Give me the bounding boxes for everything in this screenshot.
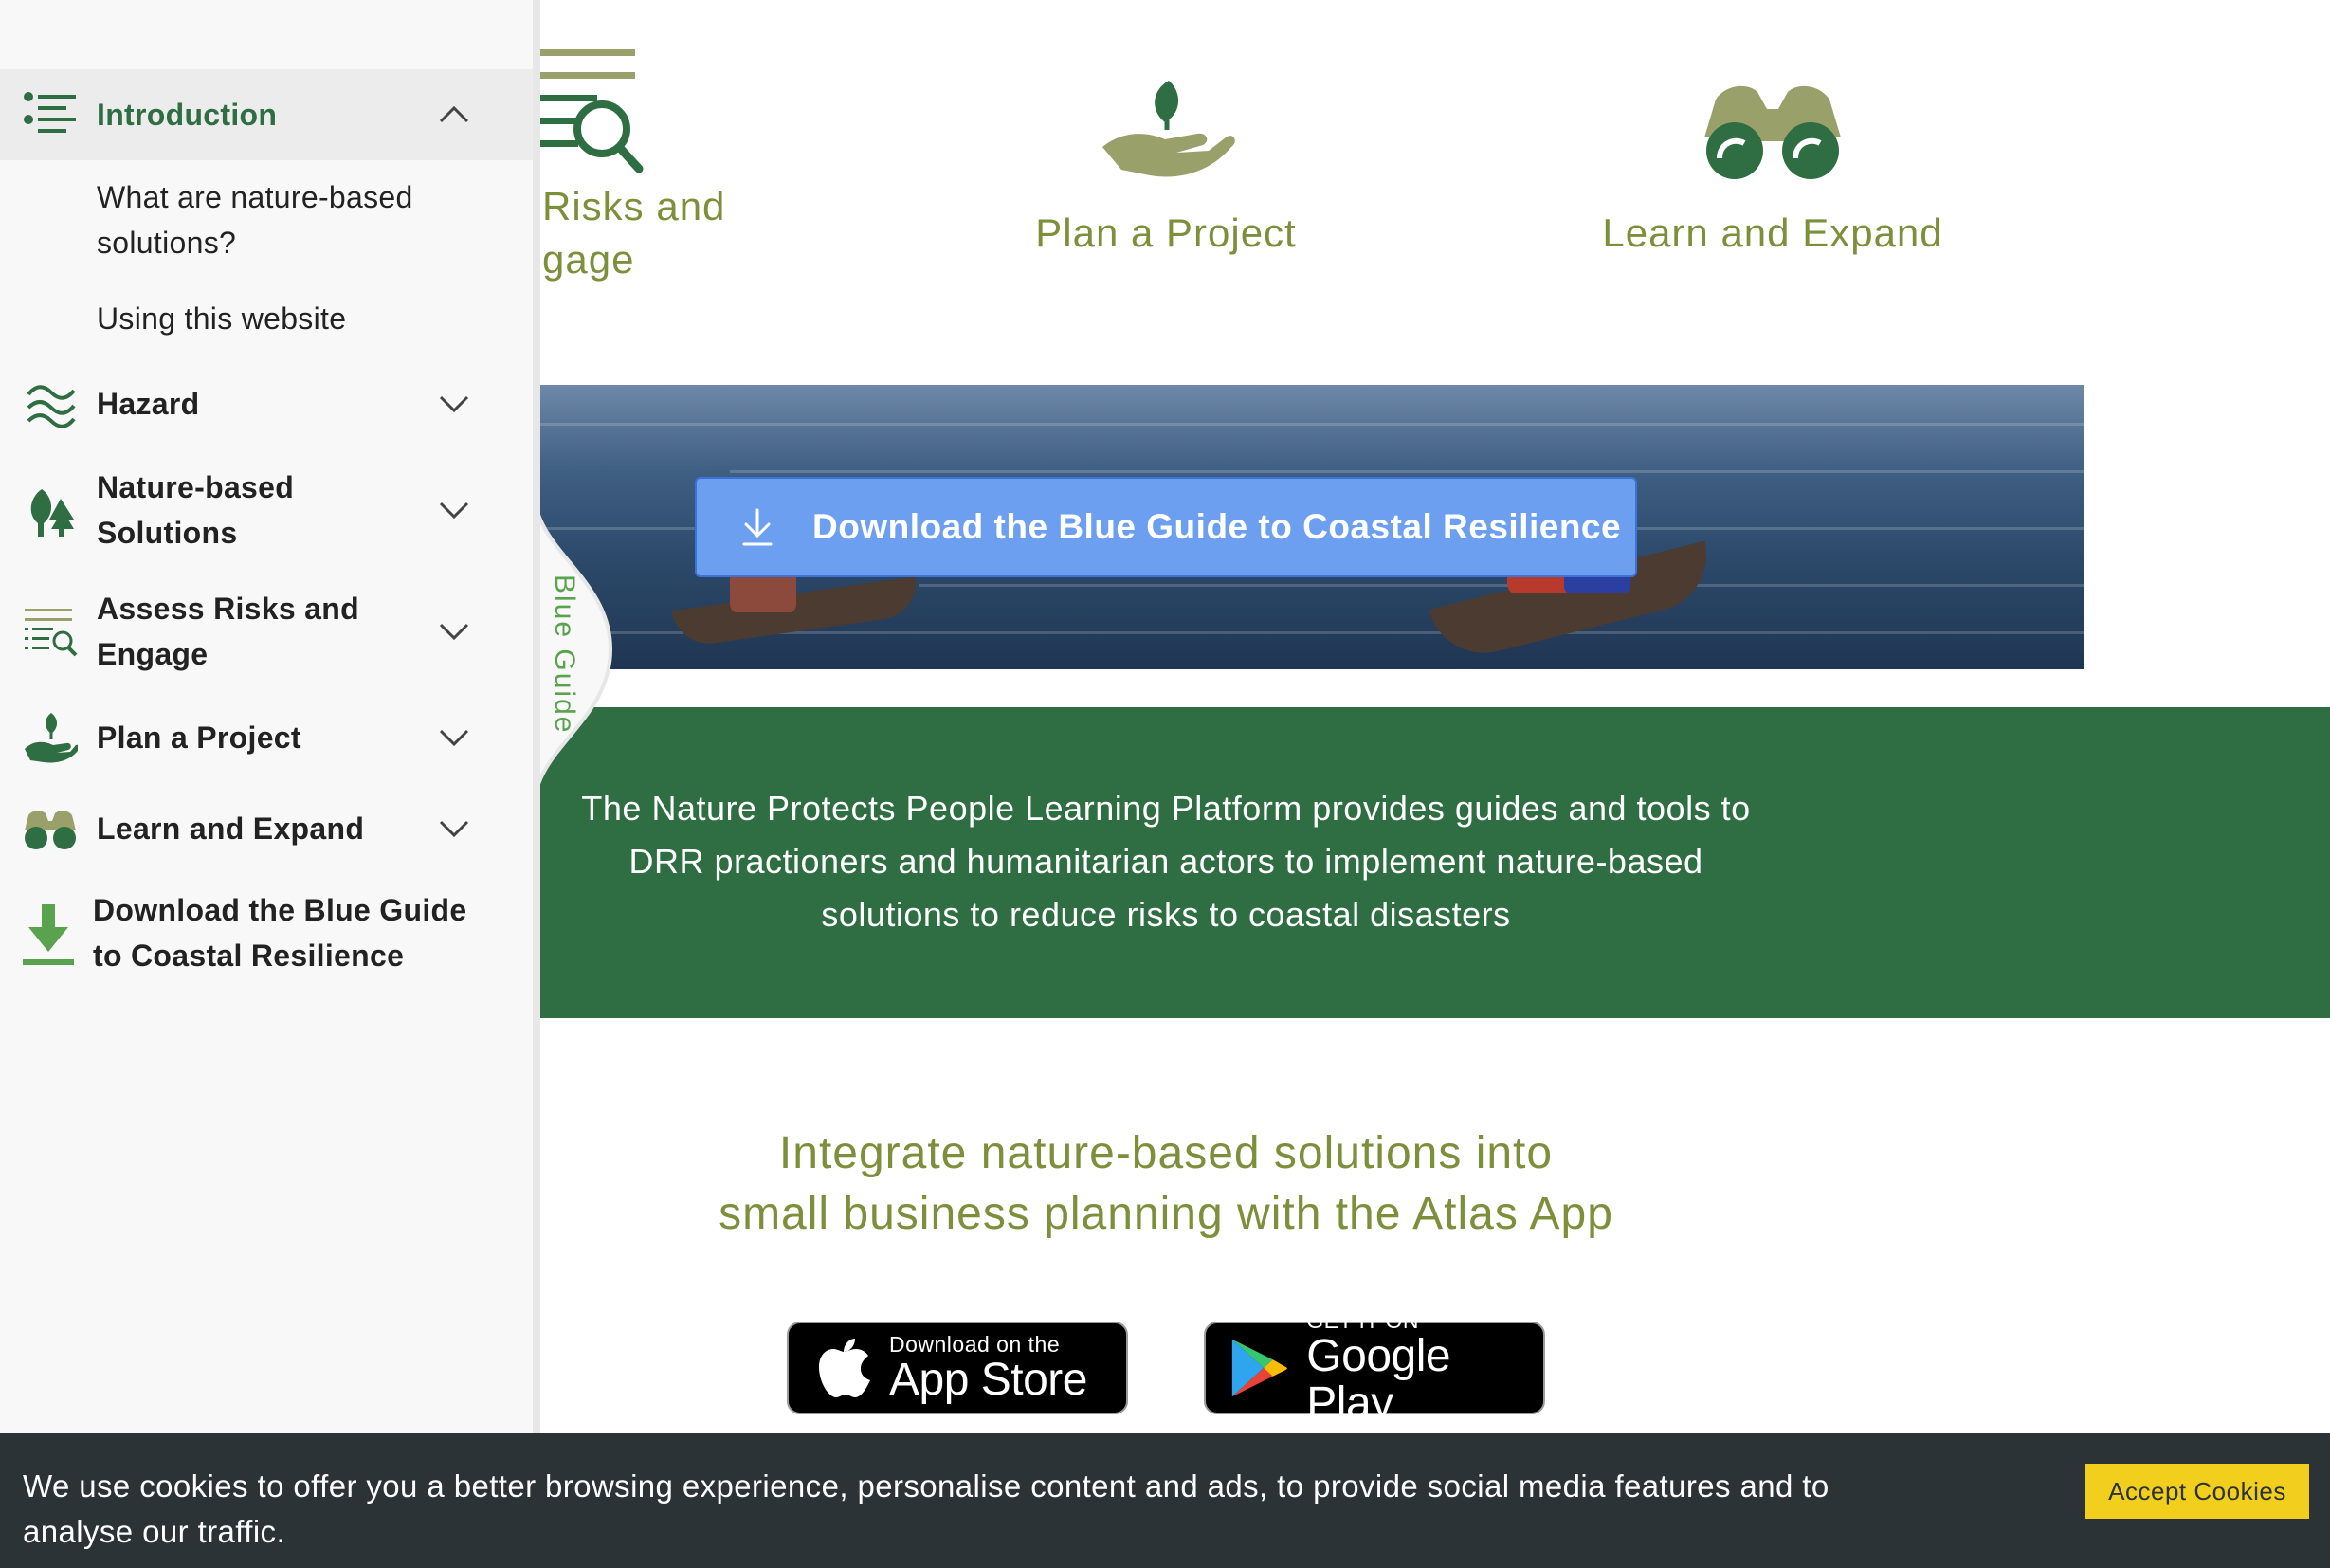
download-blue-guide-label: Download the Blue Guide to Coastal Resil… (812, 507, 1622, 546)
sidebar-item-learn-expand[interactable]: Learn and Expand (0, 800, 533, 857)
sidebar-item-label: Plan a Project (97, 720, 301, 755)
sidebar-item-label: Learn and Expand (97, 811, 365, 846)
sidebar-subitem-using-website[interactable]: Using this website (97, 296, 346, 341)
download-icon (742, 508, 773, 546)
list-search-icon (25, 609, 78, 657)
chevron-down-icon[interactable] (438, 501, 470, 520)
chevron-down-icon[interactable] (438, 728, 470, 747)
hand-plant-icon (25, 713, 78, 763)
feature-plan-label: Plan a Project (1035, 210, 1297, 255)
sidebar-item-plan-project[interactable]: Plan a Project (0, 709, 533, 766)
atlas-app-heading: Integrate nature-based solutions into sm… (719, 1128, 1613, 1239)
download-arrow-icon (23, 904, 74, 965)
sidebar-item-label: Assess Risks and Engage (97, 592, 359, 671)
hand-plant-icon (1102, 81, 1235, 177)
sidebar-subitem-what-are-nbs[interactable]: What are nature-based solutions? (97, 174, 413, 265)
google-play-big-text: Google Play (1306, 1331, 1451, 1429)
waves-icon (27, 385, 76, 428)
chevron-down-icon[interactable] (438, 394, 470, 413)
trees-icon (30, 489, 74, 537)
apple-icon (819, 1339, 870, 1397)
accept-cookies-button[interactable]: Accept Cookies (2085, 1464, 2309, 1519)
binoculars-icon (25, 811, 76, 849)
chevron-up-icon[interactable] (438, 105, 470, 124)
feature-plan-project[interactable]: Plan a Project (986, 71, 1346, 260)
chevron-down-icon[interactable] (438, 622, 470, 641)
sidebar-item-label: Introduction (97, 98, 278, 132)
cookie-text: We use cookies to offer you a better bro… (23, 1468, 1829, 1549)
list-icon (24, 92, 76, 133)
google-play-icon (1231, 1339, 1287, 1397)
sidebar-item-nature-based-solutions[interactable]: Nature-based Solutions (0, 463, 533, 557)
sidebar-nav: Introduction What are nature-based solut… (0, 0, 540, 1568)
sidebar-item-introduction[interactable]: Introduction (0, 69, 533, 160)
chevron-down-icon[interactable] (438, 819, 470, 838)
sidebar-item-label: Nature-based Solutions (97, 470, 295, 550)
download-blue-guide-button[interactable]: Download the Blue Guide to Coastal Resil… (695, 477, 1637, 577)
feature-learn-expand[interactable]: Learn and Expand (1536, 71, 2010, 260)
binoculars-icon (1704, 85, 1841, 179)
sidebar-item-label: Hazard (97, 387, 200, 421)
app-store-small-text: Download on the (889, 1332, 1061, 1357)
app-store-big-text: App Store (889, 1355, 1087, 1405)
google-play-small-text: GET IT ON (1306, 1308, 1419, 1333)
sidebar-item-label: Download the Blue Guide to Coastal Resil… (93, 893, 467, 973)
sidebar-item-download-blue-guide[interactable]: Download the Blue Guide to Coastal Resil… (0, 887, 533, 982)
app-store-badge[interactable]: Download on the App Store (787, 1322, 1128, 1414)
sidebar-item-assess-risks[interactable]: Assess Risks and Engage (0, 584, 533, 679)
feature-learn-label: Learn and Expand (1602, 210, 1943, 255)
cookie-banner: We use cookies to offer you a better bro… (0, 1433, 2330, 1568)
mission-text: The Nature Protects People Learning Plat… (581, 789, 1751, 934)
google-play-badge[interactable]: GET IT ON Google Play (1204, 1308, 1545, 1428)
sidebar-item-hazard[interactable]: Hazard (0, 375, 533, 432)
feature-assess-label: Risks and gage (542, 184, 726, 282)
